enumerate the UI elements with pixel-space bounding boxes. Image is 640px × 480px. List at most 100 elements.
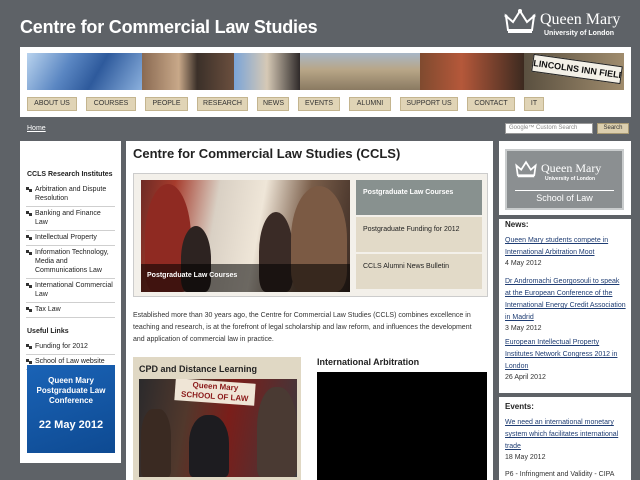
street-sign: LINCOLNS INN FIELDS	[531, 53, 623, 85]
institute-link-commercial[interactable]: International Commercial Law	[26, 279, 115, 303]
search-input[interactable]: Google™ Custom Search	[505, 123, 593, 134]
feature-tab-courses[interactable]: Postgraduate Law Courses	[356, 180, 482, 217]
event-link[interactable]: We need an international monetary system…	[505, 417, 627, 453]
banner-photo-buildings	[27, 53, 142, 90]
banner-photo-architecture	[300, 53, 420, 90]
search-button[interactable]: Search	[597, 123, 629, 134]
feature-tabs: Postgraduate Law Courses Postgraduate Fu…	[356, 180, 482, 291]
news-date: 4 May 2012	[505, 260, 542, 267]
institute-label: Intellectual Property	[35, 234, 97, 241]
nav-research[interactable]: RESEARCH	[197, 97, 248, 111]
nav-events[interactable]: EVENTS	[298, 97, 340, 111]
conference-banner[interactable]: Queen Mary Postgraduate Law Conference 2…	[27, 365, 115, 453]
breadcrumb-home-link[interactable]: Home	[27, 125, 46, 132]
banner-photo-strip: LINCOLNS INN FIELDS	[27, 53, 624, 90]
feature-tab-funding[interactable]: Postgraduate Funding for 2012	[356, 217, 482, 254]
school-of-law-sign: Queen Mary SCHOOL OF LAW	[174, 379, 256, 406]
section-divider	[499, 393, 631, 397]
cpd-person-shape	[189, 415, 229, 477]
feature-carousel: Postgraduate Law Courses Postgraduate La…	[133, 173, 488, 297]
institute-link-it-media[interactable]: Information Technology, Media and Commun…	[26, 246, 115, 279]
banner-photo-students	[142, 53, 234, 90]
sol-logo-name: Queen Mary	[541, 161, 602, 175]
institutes-heading: CCLS Research Institutes	[27, 171, 113, 178]
sol-logo-school: School of Law	[515, 190, 614, 203]
news-link[interactable]: Dr Andromachi Georgosouli to speak at th…	[505, 276, 627, 324]
news-item: Dr Andromachi Georgosouli to speak at th…	[505, 276, 627, 334]
arbitration-heading: International Arbitration	[317, 357, 420, 367]
nav-support-us[interactable]: SUPPORT US	[400, 97, 458, 111]
nav-courses[interactable]: COURSES	[86, 97, 136, 111]
header-banner: LINCOLNS INN FIELDS ABOUT US COURSES PEO…	[20, 47, 631, 117]
institute-link-ip[interactable]: Intellectual Property	[26, 231, 115, 246]
news-link[interactable]: European Intellectual Property Institute…	[505, 337, 627, 373]
events-heading: Events:	[505, 402, 534, 411]
main-nav: ABOUT US COURSES PEOPLE RESEARCH NEWS EV…	[27, 97, 544, 111]
feature-image[interactable]: Postgraduate Law Courses	[141, 180, 350, 292]
nav-alumni[interactable]: ALUMNI	[349, 97, 391, 111]
nav-about-us[interactable]: ABOUT US	[27, 97, 77, 111]
cpd-image[interactable]: Queen Mary SCHOOL OF LAW	[139, 379, 297, 477]
right-sidebar: Queen Mary University of London School o…	[499, 141, 631, 480]
logo-name: Queen Mary	[540, 11, 621, 28]
institute-label: Arbitration and Dispute Resolution	[35, 186, 107, 202]
bullet-icon	[26, 307, 32, 312]
institute-label: Banking and Finance Law	[35, 210, 101, 226]
conference-line: Conference	[48, 396, 93, 405]
cpd-heading[interactable]: CPD and Distance Learning	[139, 364, 301, 374]
page-title: Centre for Commercial Law Studies (CCLS)	[133, 146, 401, 161]
event-item: We need an international monetary system…	[505, 417, 627, 463]
queen-mary-logo[interactable]: Queen Mary University of London	[504, 8, 632, 40]
bullet-icon	[26, 211, 32, 216]
useful-link-label: Funding for 2012	[35, 343, 88, 350]
bullet-icon	[26, 359, 32, 364]
news-link[interactable]: Queen Mary students compete in Internati…	[505, 235, 627, 259]
news-item: European Intellectual Property Institute…	[505, 337, 627, 383]
nav-it[interactable]: IT	[524, 97, 544, 111]
crown-icon	[504, 9, 536, 33]
nav-contact[interactable]: CONTACT	[467, 97, 515, 111]
useful-link-funding[interactable]: Funding for 2012	[26, 340, 115, 355]
institute-link-arbitration[interactable]: Arbitration and Dispute Resolution	[26, 183, 115, 207]
sol-logo-subtitle: University of London	[545, 176, 595, 182]
left-sidebar: CCLS Research Institutes Arbitration and…	[20, 141, 121, 463]
feature-caption: Postgraduate Law Courses	[141, 264, 350, 292]
institutes-list: Arbitration and Dispute Resolution Banki…	[26, 183, 115, 318]
section-divider	[499, 215, 631, 219]
event-date: 18 May 2012	[505, 454, 546, 461]
breadcrumb-bar: Home Google™ Custom Search Search	[0, 121, 640, 136]
news-heading: News:	[505, 220, 529, 229]
site-title[interactable]: Centre for Commercial Law Studies	[20, 17, 318, 38]
conference-line: Queen Mary	[48, 376, 94, 385]
nav-news[interactable]: NEWS	[257, 97, 289, 111]
nav-people[interactable]: PEOPLE	[145, 97, 188, 111]
institute-link-banking[interactable]: Banking and Finance Law	[26, 207, 115, 231]
cpd-panel: CPD and Distance Learning Queen Mary SCH…	[133, 357, 301, 480]
logo-subtitle: University of London	[544, 30, 614, 37]
intro-paragraph: Established more than 30 years ago, the …	[133, 312, 472, 343]
banner-photo-gates	[420, 53, 524, 90]
bullet-icon	[26, 344, 32, 349]
institute-link-tax[interactable]: Tax Law	[26, 303, 115, 318]
event-item: P6 - Infringment and Validity - CIPA	[505, 469, 627, 480]
banner-photo-sign: LINCOLNS INN FIELDS	[524, 53, 624, 90]
main-content: Centre for Commercial Law Studies (CCLS)…	[126, 141, 493, 480]
useful-links-heading: Useful Links	[27, 328, 69, 335]
cpd-person-shape	[141, 409, 171, 477]
institute-label: Information Technology, Media and Commun…	[35, 249, 109, 274]
conference-line: Postgraduate Law	[36, 386, 106, 395]
conference-date: 22 May 2012	[38, 419, 104, 431]
feature-tab-alumni[interactable]: CCLS Alumni News Bulletin	[356, 254, 482, 291]
cpd-person-shape	[257, 387, 297, 477]
crown-icon	[515, 160, 537, 178]
bullet-icon	[26, 187, 32, 192]
bullet-icon	[26, 235, 32, 240]
bullet-icon	[26, 250, 32, 255]
institute-label: International Commercial Law	[35, 282, 113, 298]
arbitration-video-player[interactable]	[317, 372, 487, 480]
bullet-icon	[26, 283, 32, 288]
school-of-law-logo[interactable]: Queen Mary University of London School o…	[505, 149, 624, 210]
event-link[interactable]: P6 - Infringment and Validity - CIPA	[505, 469, 627, 480]
news-date: 3 May 2012	[505, 325, 542, 332]
news-item: Queen Mary students compete in Internati…	[505, 235, 627, 269]
